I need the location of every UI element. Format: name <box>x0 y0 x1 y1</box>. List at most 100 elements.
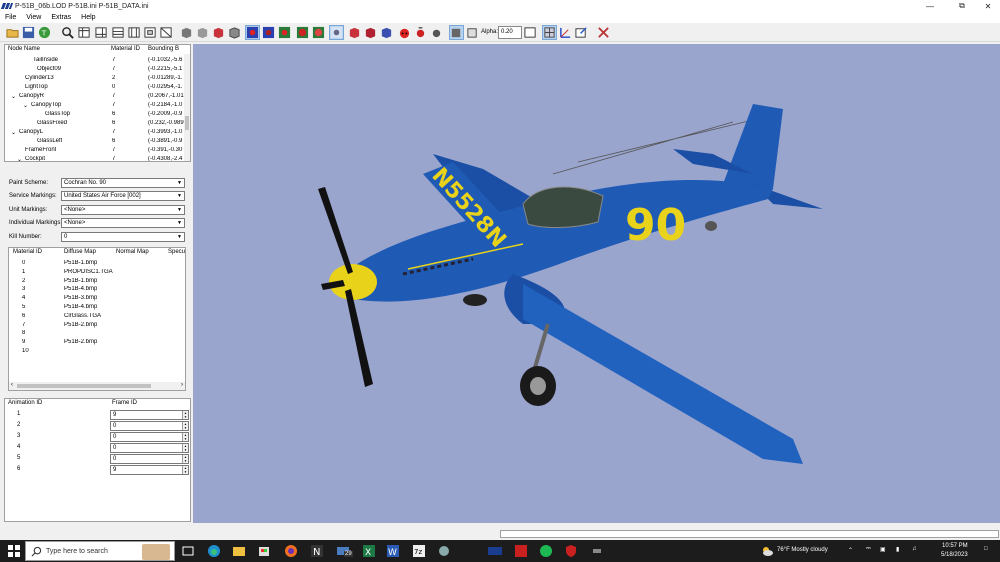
app-tool-icon[interactable] <box>437 544 451 558</box>
col-material-id[interactable]: Material ID <box>111 46 140 52</box>
minimize-button[interactable]: — <box>920 0 940 12</box>
scroll-right-icon[interactable]: › <box>181 382 183 388</box>
materials-hscrollbar[interactable]: ‹ › <box>9 382 185 390</box>
material-row[interactable]: 8 <box>9 330 185 339</box>
lighting-icon[interactable] <box>329 25 344 40</box>
spinner-arrows-icon[interactable]: ▲ ▼ <box>182 433 188 441</box>
frame-id-spinner[interactable]: 9 ▲ ▼ <box>110 465 189 475</box>
texture-red-icon[interactable] <box>348 26 361 39</box>
texture-tool-icon[interactable]: T <box>38 26 51 39</box>
tree-row[interactable]: Cylinder13 2 (-0.01289,-1. <box>5 75 185 84</box>
3d-viewport[interactable]: N5528N 90 <box>193 44 1000 523</box>
battery-icon[interactable]: ▮ <box>896 546 899 553</box>
frame-id-spinner[interactable]: 0 ▲ ▼ <box>110 421 189 431</box>
spinner-arrows-icon[interactable]: ▲ ▼ <box>182 466 188 474</box>
scroll-left-icon[interactable]: ‹ <box>11 382 13 388</box>
individual-markings-select[interactable]: <None> ▼ <box>61 218 185 228</box>
windows-start-icon[interactable] <box>7 544 21 558</box>
excel-icon[interactable]: X <box>362 544 376 558</box>
material-row[interactable]: 3 P51B-4.bmp <box>9 286 185 295</box>
col-frame-id[interactable]: Frame ID <box>112 400 137 406</box>
shade-red-icon[interactable] <box>212 26 225 39</box>
acrobat-icon[interactable] <box>514 544 528 558</box>
materials-panel[interactable]: Material ID Diffuse Map Normal Map Specu… <box>8 247 186 391</box>
tree-row[interactable]: ⌄ CanopyL 7 (-0.3993,-1.0 <box>5 129 185 138</box>
col-material-id[interactable]: Material ID <box>13 249 42 255</box>
tree-scrollbar[interactable] <box>184 54 190 161</box>
task-view-icon[interactable] <box>181 544 195 558</box>
animation-panel[interactable]: Animation ID Frame ID 1 9 ▲ ▼ 2 0 ▲ ▼ 3 0 ▲ ▼ 4 0 ▲ ▼ 5 0… <box>4 398 191 522</box>
render-mode-3-icon[interactable] <box>278 26 291 39</box>
expand-caret-icon[interactable]: ⌄ <box>11 93 16 100</box>
material-row[interactable]: 9 P51B-2.bmp <box>9 339 185 348</box>
material-row[interactable]: 0 P51B-1.bmp <box>9 260 185 269</box>
expand-caret-icon[interactable]: ⌄ <box>23 102 28 109</box>
texture-blue-icon[interactable] <box>380 26 393 39</box>
unit-markings-select[interactable]: <None> ▼ <box>61 205 185 215</box>
tree-row[interactable]: TailInside 7 (-0.1032,-5.6 <box>5 57 185 66</box>
material-row[interactable]: 7 P51B-2.bmp <box>9 322 185 331</box>
shade-flat-icon[interactable] <box>180 26 193 39</box>
frame-id-spinner[interactable]: 0 ▲ ▼ <box>110 432 189 442</box>
tree-row[interactable]: ⌄ Cockpit 7 (-0.4308,-2.4 <box>5 156 185 161</box>
word-icon[interactable]: W <box>386 544 400 558</box>
node-tree-panel[interactable]: Node Name Material ID Bounding B TailIns… <box>4 44 191 162</box>
tree-row[interactable]: LightTop 0 (-0.02954,-1. <box>5 84 185 93</box>
marker-red-icon[interactable] <box>414 26 427 39</box>
shade-smooth-icon[interactable] <box>196 26 209 39</box>
app-n-icon[interactable]: N <box>310 544 324 558</box>
spinner-arrows-icon[interactable]: ▲ ▼ <box>182 455 188 463</box>
app-7z-icon[interactable]: 7z <box>412 544 426 558</box>
shade-wire-icon[interactable] <box>228 26 241 39</box>
notification-icon[interactable]: □ <box>984 546 988 552</box>
frame-id-spinner[interactable]: 9 ▲ ▼ <box>110 410 189 420</box>
restore-button[interactable]: ⧉ <box>952 0 972 12</box>
tools-icon[interactable] <box>597 26 610 39</box>
tree-row[interactable]: FrameFront 7 (-0.391,-0.30 <box>5 147 185 156</box>
spinner-arrows-icon[interactable]: ▲ ▼ <box>182 444 188 452</box>
material-row[interactable]: 2 P51B-1.bmp <box>9 278 185 287</box>
kill-number-select[interactable]: 0 ▼ <box>61 232 185 242</box>
render-mode-1-icon[interactable] <box>245 25 260 40</box>
ladybug-icon[interactable] <box>398 26 411 39</box>
col-specular-map[interactable]: Specu <box>168 249 185 255</box>
save-icon[interactable] <box>22 26 35 39</box>
monitor-icon[interactable]: ▣ <box>880 546 886 553</box>
cube-solid-icon[interactable] <box>449 25 464 40</box>
close-button[interactable]: ✕ <box>978 0 998 12</box>
spinner-arrows-icon[interactable]: ▲ ▼ <box>182 411 188 419</box>
view-bottom-icon[interactable] <box>160 26 173 39</box>
shield-icon[interactable] <box>564 544 578 558</box>
open-folder-icon[interactable] <box>6 26 19 39</box>
tray-chevron-icon[interactable]: ⌃ <box>848 547 853 554</box>
taskbar-search[interactable]: Type here to search <box>25 541 175 561</box>
tree-row[interactable]: GlassFixed 6 (0.232,-0.989 <box>5 120 185 129</box>
col-normal-map[interactable]: Normal Map <box>116 249 149 255</box>
material-row[interactable]: 1 PROPDISC1.TGA <box>9 269 185 278</box>
render-mode-4-icon[interactable] <box>296 26 309 39</box>
marker-gray-icon[interactable] <box>430 26 443 39</box>
frame-id-spinner[interactable]: 0 ▲ ▼ <box>110 454 189 464</box>
firefox-icon[interactable] <box>284 544 298 558</box>
col-animation-id[interactable]: Animation ID <box>8 400 42 406</box>
expand-caret-icon[interactable]: ⌄ <box>11 129 16 136</box>
material-row[interactable]: 6 ClrGlass.TGA <box>9 313 185 322</box>
render-mode-2-icon[interactable] <box>262 26 275 39</box>
grid-icon[interactable] <box>542 25 557 40</box>
service-markings-select[interactable]: United States Air Force [002] ▼ <box>61 191 185 201</box>
weather-text[interactable]: 76°F Mostly cloudy <box>777 547 828 553</box>
menu-view[interactable]: View <box>21 14 46 21</box>
texture-red-2-icon[interactable] <box>364 26 377 39</box>
expand-caret-icon[interactable]: ⌄ <box>17 156 22 161</box>
menu-help[interactable]: Help <box>76 14 100 21</box>
view-front-icon[interactable] <box>78 26 91 39</box>
view-top-icon[interactable] <box>144 26 157 39</box>
file-explorer-icon[interactable] <box>232 544 246 558</box>
material-row[interactable]: 5 P51B-4.bmp <box>9 304 185 313</box>
clock-time[interactable]: 10:57 PM <box>942 543 968 549</box>
tree-row[interactable]: Object09 7 (-0.2215,-5.1 <box>5 66 185 75</box>
tree-row[interactable]: GlassTop 6 (-0.2009,-0.9 <box>5 111 185 120</box>
app-misc-icon[interactable] <box>590 544 604 558</box>
render-mode-5-icon[interactable] <box>312 26 325 39</box>
volume-icon[interactable]: ♫ <box>912 546 917 552</box>
